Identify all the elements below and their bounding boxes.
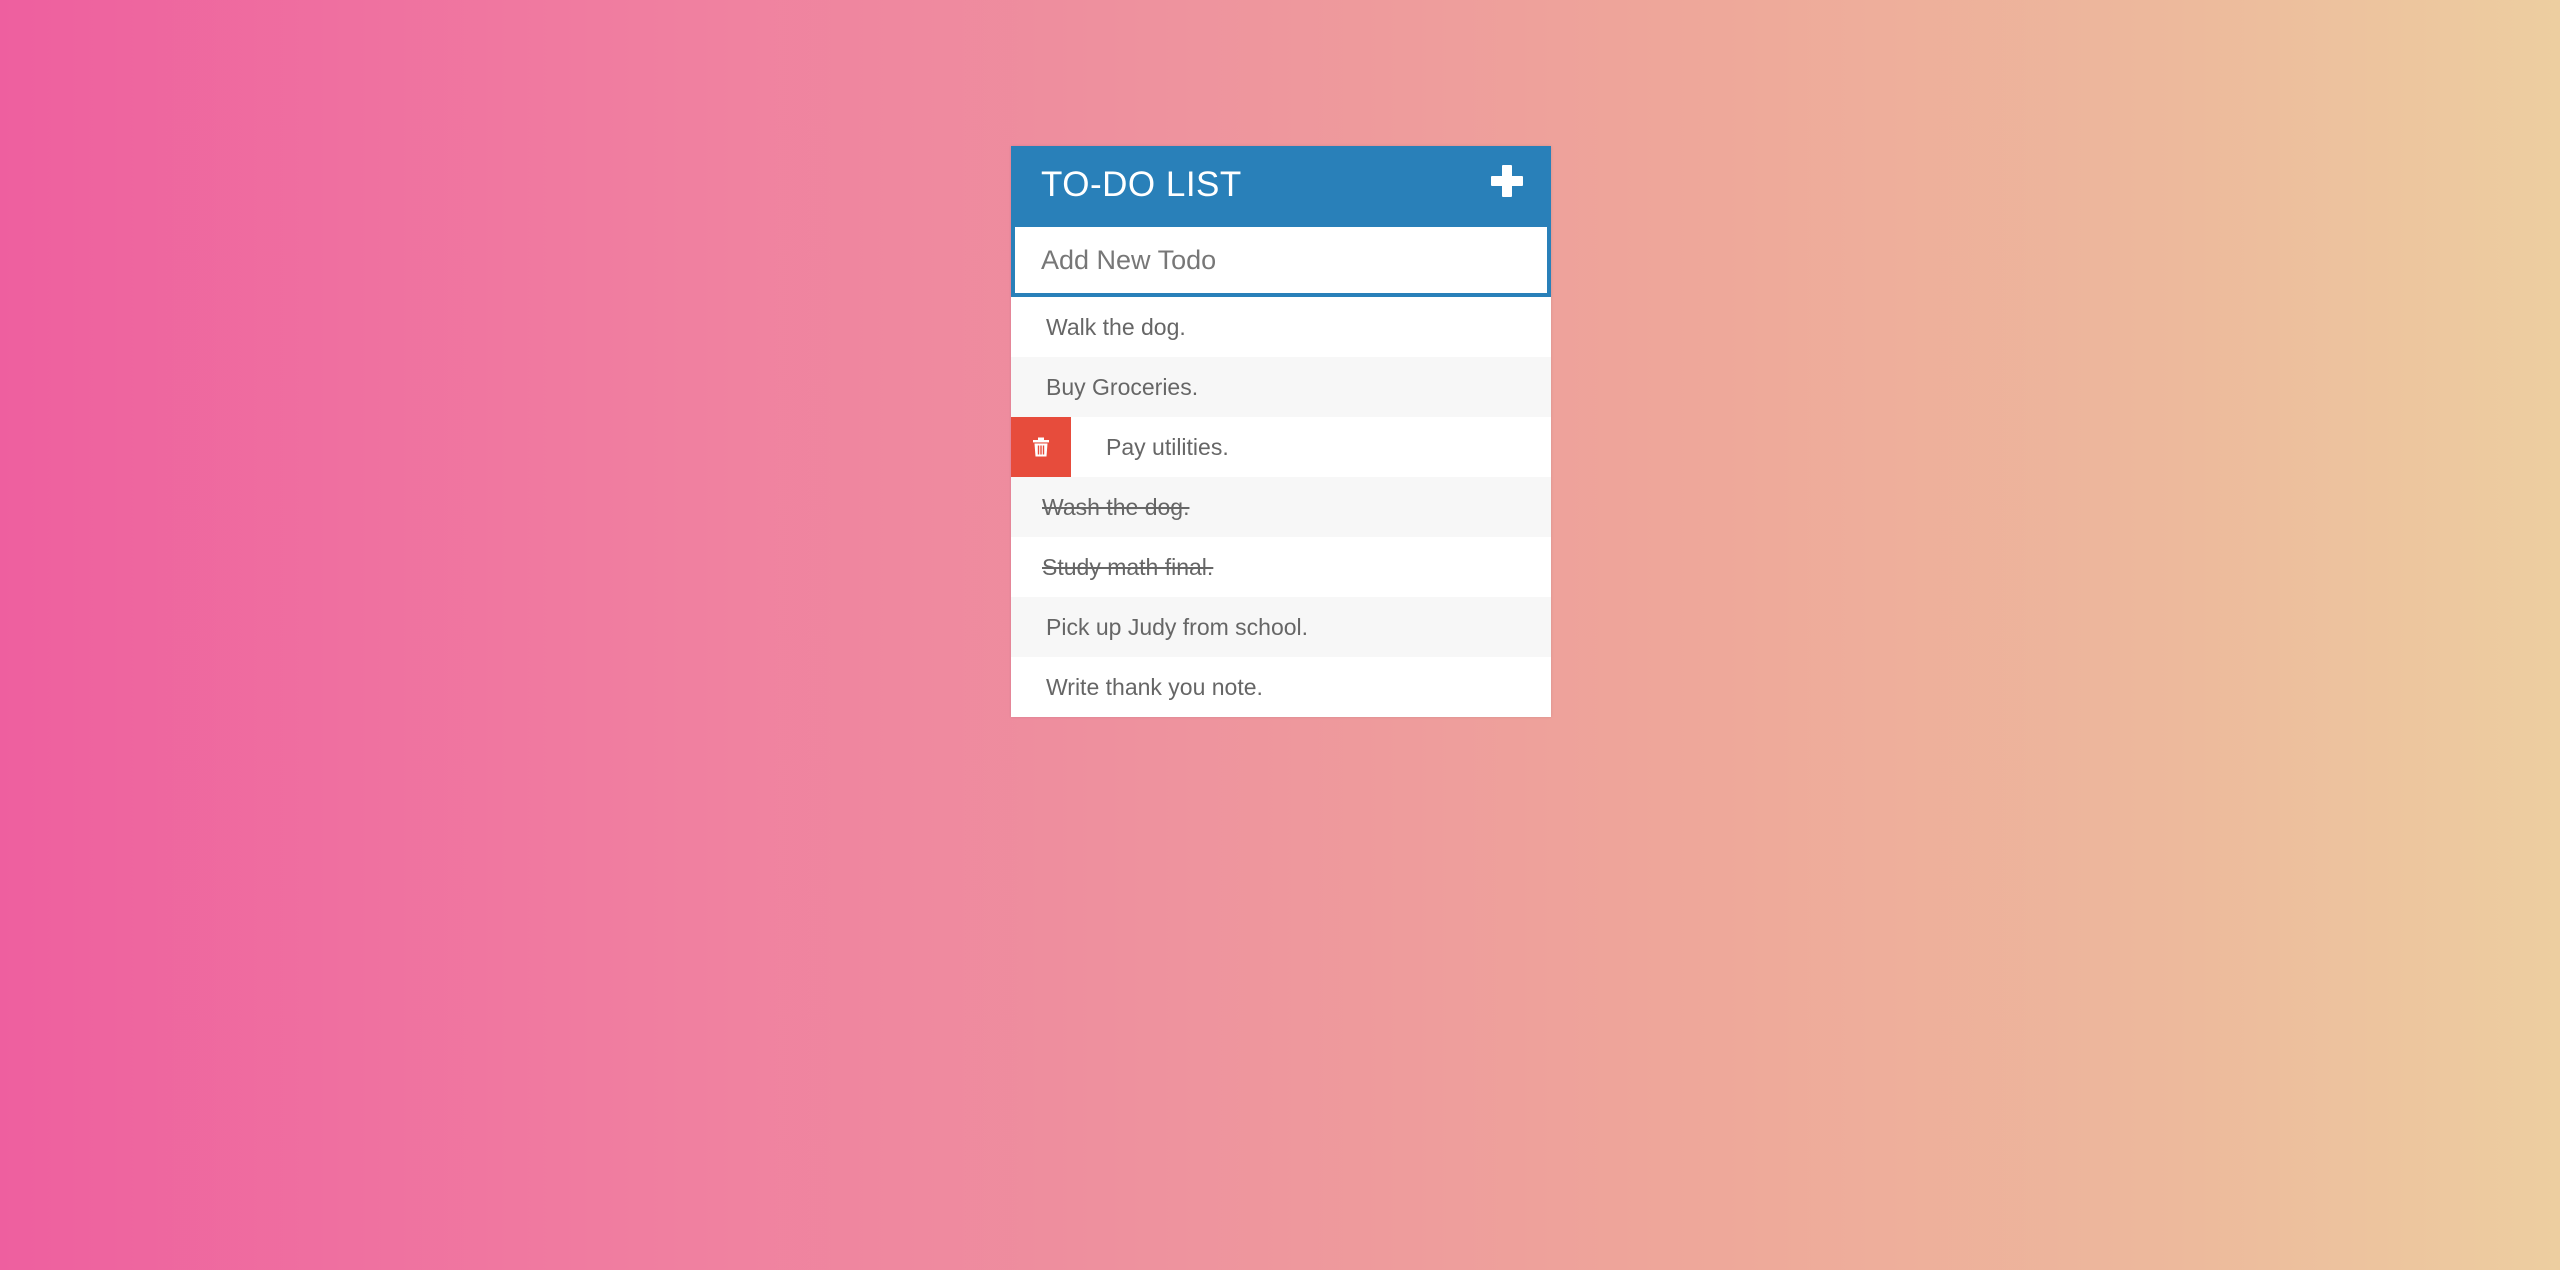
- delete-button[interactable]: [1011, 417, 1071, 477]
- todo-text: Write thank you note.: [1046, 673, 1263, 700]
- todo-text: Buy Groceries.: [1046, 373, 1199, 400]
- new-todo-input[interactable]: [1015, 227, 1547, 293]
- todo-item[interactable]: Study math final.: [1011, 537, 1551, 597]
- todo-item[interactable]: Wash the dog.: [1011, 477, 1551, 537]
- trash-icon: [1033, 437, 1049, 457]
- todo-text: Wash the dog.: [1042, 493, 1190, 520]
- todo-item[interactable]: Walk the dog.: [1011, 297, 1551, 357]
- todo-text: Pick up Judy from school.: [1046, 613, 1309, 640]
- todo-item[interactable]: Pay utilities.: [1011, 417, 1551, 477]
- todo-text: Pay utilities.: [1106, 433, 1229, 460]
- page-title: TO-DO LIST: [1041, 164, 1242, 204]
- todo-card: TO-DO LIST Walk the dog. Buy Groceries. …: [1011, 146, 1551, 717]
- todo-text: Study math final.: [1042, 553, 1214, 580]
- todo-text: Walk the dog.: [1046, 313, 1186, 340]
- plus-icon[interactable]: [1491, 164, 1523, 197]
- todo-item[interactable]: Write thank you note.: [1011, 657, 1551, 717]
- todo-header: TO-DO LIST: [1011, 146, 1551, 223]
- new-todo-field-wrapper: [1011, 223, 1551, 297]
- todo-item[interactable]: Buy Groceries.: [1011, 357, 1551, 417]
- todo-list: Walk the dog. Buy Groceries. Pay utiliti…: [1011, 297, 1551, 717]
- todo-item[interactable]: Pick up Judy from school.: [1011, 597, 1551, 657]
